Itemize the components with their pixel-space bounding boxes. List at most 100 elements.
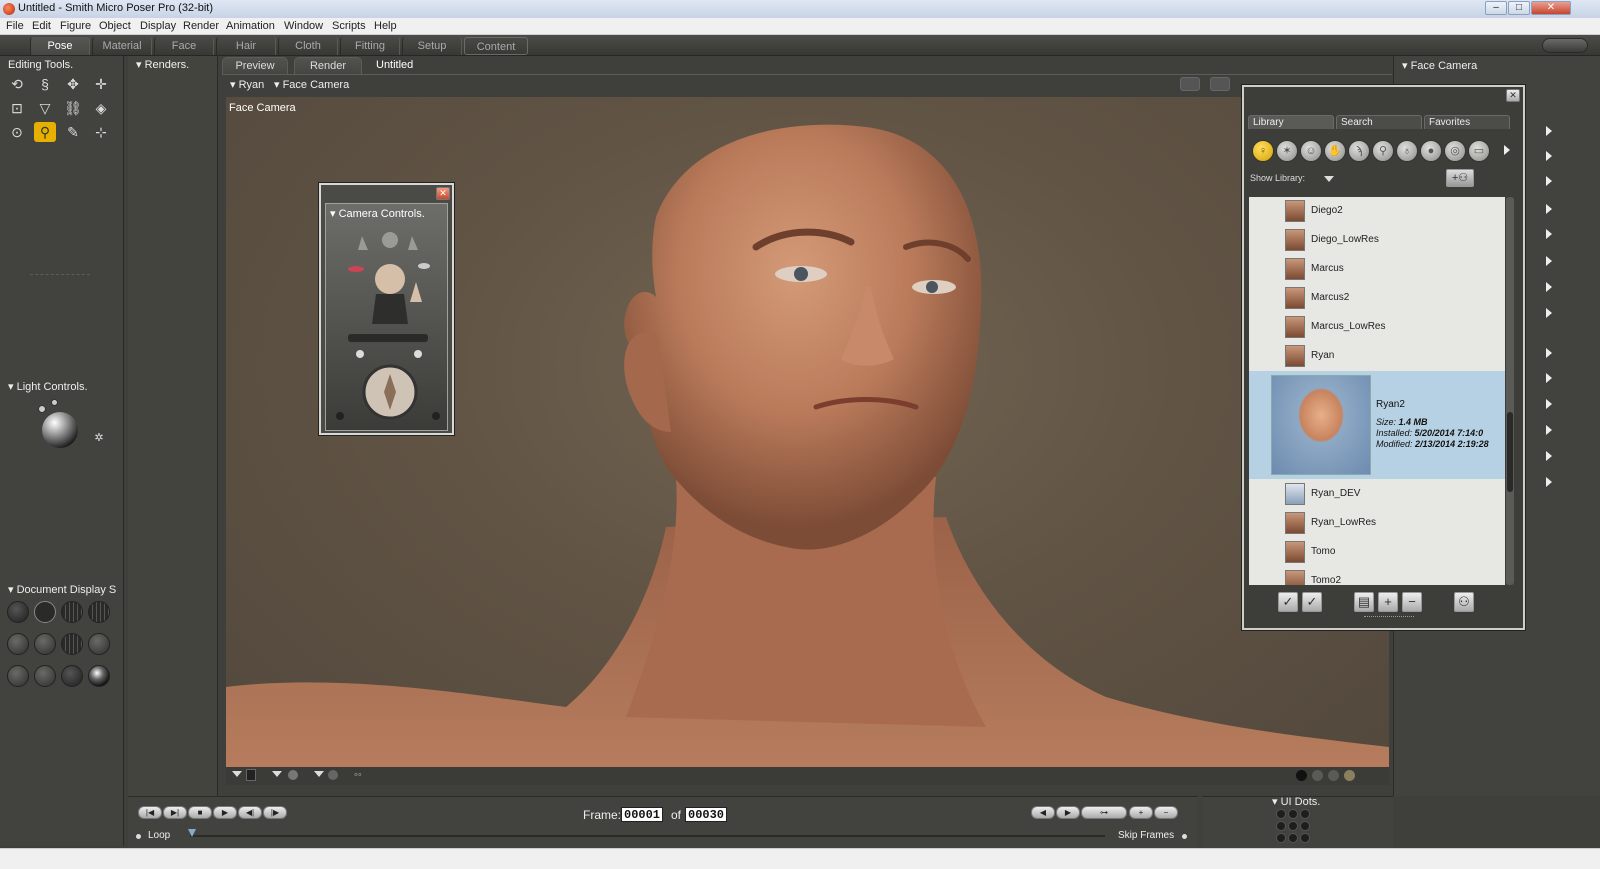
menu-display[interactable]: Display xyxy=(140,20,176,32)
figure-menu[interactable]: ▾ Ryan xyxy=(230,78,264,91)
light-handle-1[interactable] xyxy=(38,405,46,413)
expand-arrow-icon[interactable] xyxy=(1546,151,1552,161)
play-button[interactable]: ▶ xyxy=(213,806,237,819)
menu-help[interactable]: Help xyxy=(374,20,397,32)
list-item[interactable]: Marcus xyxy=(1249,255,1505,283)
light-properties-icon[interactable]: ✲ xyxy=(88,428,110,448)
display-cartoon-icon[interactable] xyxy=(88,633,110,655)
expand-arrow-icon[interactable] xyxy=(1546,451,1552,461)
apply-item-button[interactable]: ✓ xyxy=(1278,592,1298,612)
previous-frame-button[interactable]: ◀| xyxy=(238,806,262,819)
next-keyframe-button[interactable]: ▶ xyxy=(1056,806,1080,819)
tab-setup[interactable]: Setup xyxy=(402,37,462,55)
display-smooth-lined-icon[interactable] xyxy=(61,665,83,687)
camera-focal-icon[interactable] xyxy=(432,412,440,420)
tab-favorites[interactable]: Favorites xyxy=(1424,115,1510,129)
rotate-tool-icon[interactable]: ⟲ xyxy=(6,74,28,94)
ui-dot[interactable] xyxy=(1288,809,1298,819)
camera-eye-icon[interactable] xyxy=(418,263,430,269)
expand-arrow-icon[interactable] xyxy=(1546,477,1552,487)
add-library-button[interactable]: +⚇ xyxy=(1446,169,1474,187)
expand-arrow-icon[interactable] xyxy=(1546,348,1552,358)
tab-face[interactable]: Face xyxy=(154,37,214,55)
display-lit-wireframe-icon[interactable] xyxy=(7,633,29,655)
library-scrollbar[interactable] xyxy=(1506,197,1514,585)
tab-content[interactable]: Content xyxy=(464,37,528,55)
morph-brush-icon[interactable]: ✎ xyxy=(62,122,84,142)
expand-arrow-icon[interactable] xyxy=(1546,282,1552,292)
menu-figure[interactable]: Figure xyxy=(60,20,91,32)
props-category-icon[interactable]: ⚲ xyxy=(1372,140,1394,162)
light-control-sphere[interactable] xyxy=(42,412,78,448)
add-keyframe-button[interactable]: + xyxy=(1129,806,1153,819)
stop-button[interactable]: ■ xyxy=(188,806,212,819)
timeline-slider[interactable] xyxy=(190,835,1105,837)
expand-arrow-icon[interactable] xyxy=(1546,229,1552,239)
ui-dot[interactable] xyxy=(1288,821,1298,831)
main-camera-body-icon[interactable] xyxy=(372,294,408,324)
tab-preview[interactable]: Preview xyxy=(222,57,288,74)
camera-plane-icon[interactable] xyxy=(348,266,364,272)
poses-category-icon[interactable]: ✶ xyxy=(1276,140,1298,162)
preview-dot-2[interactable] xyxy=(1312,770,1323,781)
list-item[interactable]: Marcus_LowRes xyxy=(1249,313,1505,341)
display-hidden-line-icon[interactable] xyxy=(88,601,110,623)
timeline-handle[interactable] xyxy=(188,829,196,837)
display-texture-shaded-icon[interactable] xyxy=(34,665,56,687)
view-magnifier-icon[interactable]: ⚲ xyxy=(34,122,56,142)
menu-object[interactable]: Object xyxy=(99,20,131,32)
list-item[interactable]: Tomo2 xyxy=(1249,567,1505,585)
remove-from-library-button[interactable]: − xyxy=(1402,592,1422,612)
list-item[interactable]: Ryan_DEV xyxy=(1249,480,1505,508)
library-resize-grip[interactable] xyxy=(1364,616,1414,619)
tab-pose[interactable]: Pose xyxy=(30,37,90,55)
rotate-camera-hand-icon[interactable] xyxy=(410,282,422,302)
selected-list-item[interactable]: Ryan2 Size: 1.4 MB Installed: 5/20/2014 … xyxy=(1249,371,1505,479)
display-flat-lined-icon[interactable] xyxy=(61,633,83,655)
main-camera-head-icon[interactable] xyxy=(375,264,405,294)
menu-file[interactable]: File xyxy=(6,20,24,32)
display-wireframe-icon[interactable] xyxy=(61,601,83,623)
apply-add-item-button[interactable]: ✓ xyxy=(1302,592,1322,612)
list-item[interactable]: Tomo xyxy=(1249,538,1505,566)
lights-category-icon[interactable]: ♁ xyxy=(1396,140,1418,162)
render-style-dropdown-icon[interactable] xyxy=(314,771,324,777)
loop-toggle-icon[interactable] xyxy=(136,834,141,839)
menu-window[interactable]: Window xyxy=(284,20,323,32)
face-camera-icon[interactable] xyxy=(382,232,398,248)
previous-keyframe-button[interactable]: ◀ xyxy=(1031,806,1055,819)
translate-in-out-icon[interactable]: ✛ xyxy=(90,74,112,94)
scenes-category-icon[interactable]: ▭ xyxy=(1468,140,1490,162)
total-frames-field[interactable]: 00030 xyxy=(685,807,728,822)
light-handle-2[interactable] xyxy=(51,399,58,406)
expressions-category-icon[interactable]: ☺ xyxy=(1300,140,1322,162)
edit-keyframes-button[interactable]: ⊶ xyxy=(1081,806,1127,819)
preview-dot-1[interactable] xyxy=(1296,770,1307,781)
display-silhouette-icon[interactable] xyxy=(7,601,29,623)
expand-arrow-icon[interactable] xyxy=(1546,399,1552,409)
library-settings-button[interactable]: ⚇ xyxy=(1454,592,1474,612)
translate-tool-icon[interactable]: ✥ xyxy=(62,74,84,94)
hair-category-icon[interactable]: ϡ xyxy=(1348,140,1370,162)
expand-arrow-icon[interactable] xyxy=(1546,425,1552,435)
materials-category-icon[interactable]: ◎ xyxy=(1444,140,1466,162)
chain-break-icon[interactable]: ⛓ xyxy=(62,98,84,118)
cameras-category-icon[interactable]: ● xyxy=(1420,140,1442,162)
panel-resize-grip[interactable] xyxy=(30,274,90,277)
minimize-button[interactable]: – xyxy=(1485,1,1507,15)
list-item[interactable]: Ryan xyxy=(1249,342,1505,370)
tab-fitting[interactable]: Fitting xyxy=(340,37,400,55)
trackball-bar[interactable] xyxy=(348,334,428,342)
expand-arrow-icon[interactable] xyxy=(1546,176,1552,186)
right-hand-camera-icon[interactable] xyxy=(408,236,418,250)
camera-menu[interactable]: ▾ Face Camera xyxy=(274,78,349,91)
grouping-tool-icon[interactable]: ⊙ xyxy=(6,122,28,142)
ui-dot[interactable] xyxy=(1276,809,1286,819)
taper-tool-icon[interactable]: ▽ xyxy=(34,98,56,118)
ground-shadows-icon[interactable]: ◦◦ xyxy=(354,769,370,781)
expand-arrow-icon[interactable] xyxy=(1546,308,1552,318)
tab-search[interactable]: Search xyxy=(1336,115,1422,129)
show-library-dropdown-icon[interactable] xyxy=(1324,176,1334,182)
ui-dot[interactable] xyxy=(1276,833,1286,843)
expand-arrow-icon[interactable] xyxy=(1546,204,1552,214)
